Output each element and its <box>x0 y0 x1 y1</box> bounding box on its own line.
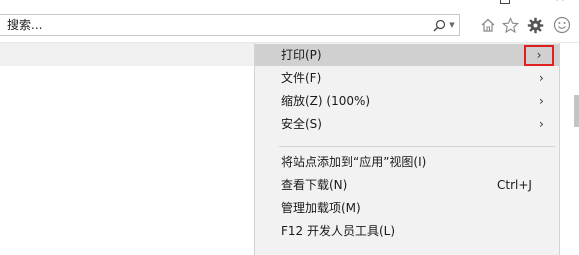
menu-item-label: 查看下载(N) <box>281 178 348 192</box>
search-icon <box>433 19 446 32</box>
menu-item-view-downloads[interactable]: 查看下载(N) Ctrl+J <box>255 174 559 196</box>
menu-item-label: 打印(P) <box>281 48 322 62</box>
menu-item-zoom[interactable]: 缩放(Z) (100%) › <box>255 90 559 112</box>
menu-item-f12-developer-tools[interactable]: F12 开发人员工具(L) <box>255 220 559 242</box>
menu-item-print[interactable]: 打印(P) › <box>255 44 559 66</box>
chevron-right-icon: › <box>539 94 544 108</box>
chevron-right-icon: › <box>539 71 544 85</box>
search-box: ▼ <box>0 14 460 36</box>
chevron-right-icon: › <box>536 48 542 62</box>
home-icon[interactable] <box>478 15 498 35</box>
scrollbar-thumb[interactable] <box>574 95 579 127</box>
shortcut-label: Ctrl+J <box>497 178 532 192</box>
menu-item-safety[interactable]: 安全(S) › <box>255 113 559 135</box>
close-window-button[interactable]: × <box>552 0 568 5</box>
chevron-right-icon: › <box>539 117 544 131</box>
menu-item-add-site-to-apps[interactable]: 将站点添加到“应用”视图(I) <box>255 151 559 173</box>
feedback-smile-icon[interactable] <box>552 15 572 35</box>
menu-item-label: 文件(F) <box>281 71 322 85</box>
print-submenu-arrow-highlight[interactable]: › <box>524 45 554 66</box>
browser-window: { "search": { "placeholder": "搜索...", "v… <box>0 0 579 255</box>
menu-item-label: 安全(S) <box>281 117 322 131</box>
favorites-star-icon[interactable] <box>500 15 520 35</box>
search-input[interactable] <box>0 15 430 35</box>
search-button[interactable]: ▼ <box>430 15 458 35</box>
restore-window-button[interactable] <box>497 0 513 5</box>
chevron-down-icon: ▼ <box>449 20 455 29</box>
command-bar-strip <box>0 43 254 66</box>
tools-menu: 打印(P) › 文件(F) › 缩放(Z) (100%) › 安全(S) › 将… <box>254 43 560 255</box>
menu-separator <box>279 146 555 147</box>
menu-item-label: F12 开发人员工具(L) <box>281 224 396 238</box>
menu-item-label: 缩放(Z) (100%) <box>281 94 371 108</box>
tools-gear-icon[interactable] <box>525 15 545 35</box>
menu-item-manage-addons[interactable]: 管理加载项(M) <box>255 197 559 219</box>
menu-item-label: 管理加载项(M) <box>281 201 361 215</box>
menu-item-label: 将站点添加到“应用”视图(I) <box>281 155 427 169</box>
menu-item-file[interactable]: 文件(F) › <box>255 67 559 89</box>
